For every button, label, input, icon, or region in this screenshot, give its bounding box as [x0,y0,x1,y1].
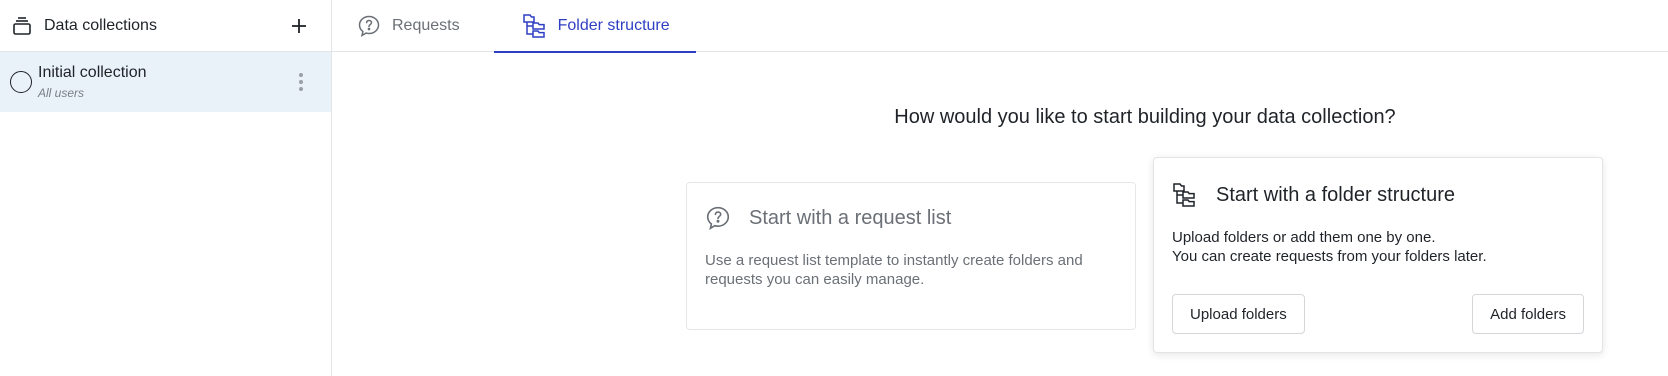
tab-requests[interactable]: Requests [356,0,488,52]
folder-card-description: Upload folders or add them one by one. Y… [1172,228,1584,266]
collection-radio[interactable] [10,71,32,93]
folder-card-actions: Upload folders Add folders [1172,294,1584,334]
collection-text: Initial collection All users [38,63,289,101]
folder-tree-icon [1172,182,1198,208]
folder-card-heading: Start with a folder structure [1216,183,1455,206]
question-bubble-icon [356,13,382,39]
plus-icon [292,18,306,33]
folder-card-description-line2: You can create requests from your folder… [1172,248,1487,265]
folder-structure-card: Start with a folder structure Upload fol… [1153,157,1603,353]
request-card-description: Use a request list template to instantly… [705,252,1083,288]
folder-tree-icon [522,13,548,39]
tab-folder-structure-label: Folder structure [557,17,670,34]
collection-item-initial[interactable]: Initial collection All users [0,52,331,112]
upload-folders-button[interactable]: Upload folders [1172,294,1305,334]
page-title: How would you like to start building you… [894,106,1396,128]
sidebar-title: Data collections [44,16,157,34]
question-bubble-icon [705,205,731,231]
request-card-heading: Start with a request list [749,206,952,229]
sidebar: Data collections Initial collection All … [0,0,332,376]
more-options-button[interactable] [289,68,313,96]
request-card-header: Start with a request list [705,205,1117,231]
tab-bar: Requests Folder structure [332,0,1668,53]
add-collection-button[interactable] [285,12,313,40]
tab-folder-structure[interactable]: Folder structure [493,0,696,53]
stack-icon [12,16,32,36]
folder-card-description-line1: Upload folders or add them one by one. [1172,229,1436,246]
request-list-card[interactable]: Start with a request list Use a request … [686,182,1136,330]
sidebar-header: Data collections [0,0,331,52]
collection-name: Initial collection [38,64,147,81]
collection-subtitle: All users [38,86,85,100]
folder-card-header: Start with a folder structure [1172,182,1584,208]
tab-requests-label: Requests [392,17,460,34]
add-folders-button[interactable]: Add folders [1472,294,1584,334]
kebab-menu-icon [299,73,303,91]
